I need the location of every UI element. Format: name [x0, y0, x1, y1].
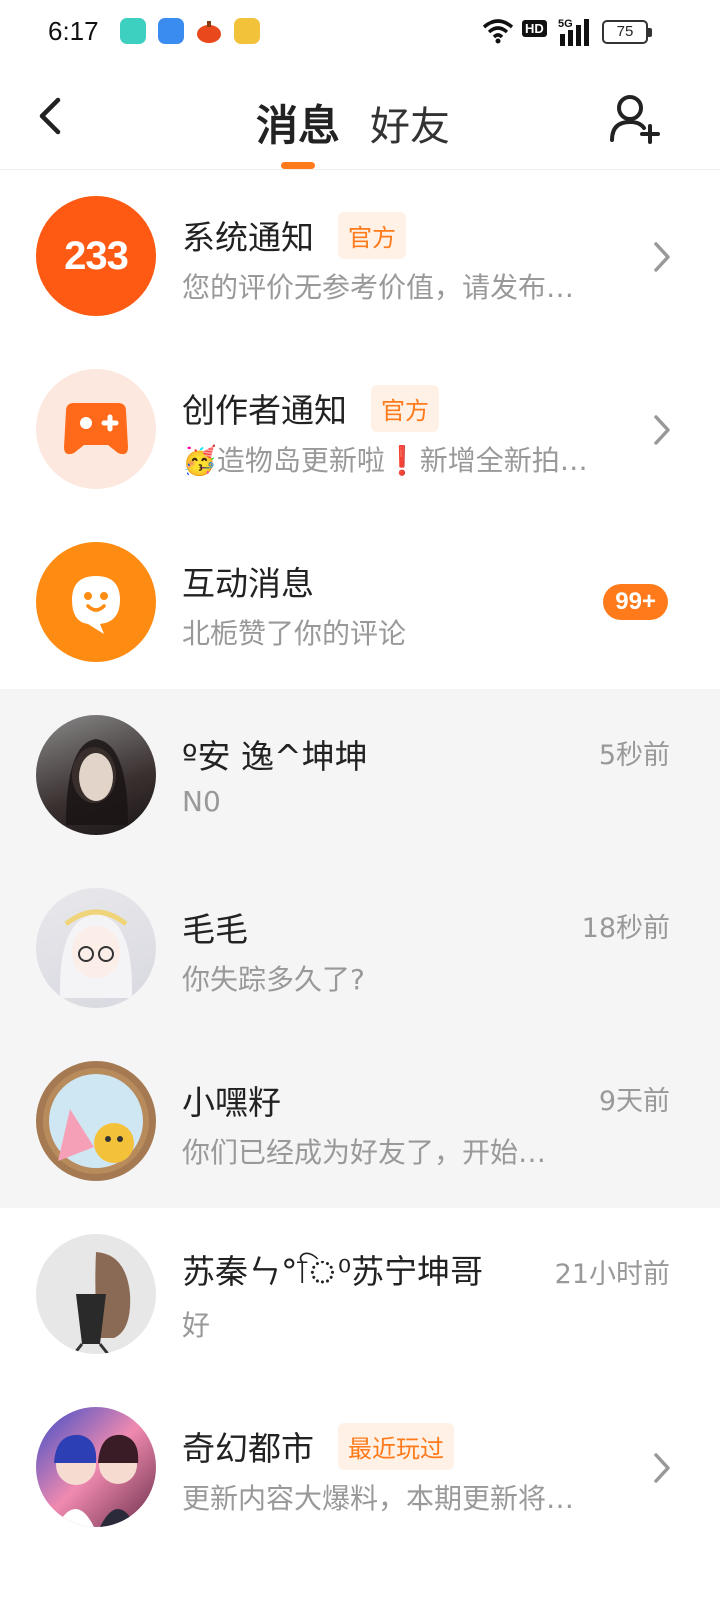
game-avatar — [36, 1407, 156, 1527]
tab-friends[interactable]: 好友 — [370, 94, 450, 152]
user-avatar — [36, 715, 156, 835]
wifi-icon — [482, 19, 514, 44]
message-preview: 好 — [182, 1309, 211, 1342]
weather-app-icon — [158, 18, 184, 44]
conversation-name: 创作者通知 — [182, 391, 347, 430]
conversation-name: º安 逸^坤坤 — [182, 737, 368, 776]
app-notification-icon — [120, 18, 146, 44]
system-notification-avatar: 233 — [36, 196, 156, 316]
status-bar: 6:17 HD 5G 75 — [0, 0, 720, 64]
message-preview: 您的评价无参考价值，请发布… — [182, 271, 575, 304]
header: 消息 好友 — [0, 64, 720, 170]
list-item[interactable]: 233 系统通知 官方 您的评价无参考价值，请发布… — [0, 170, 720, 343]
message-time: 21小时前 — [554, 1259, 670, 1290]
conversation-name: 小嘿籽 — [182, 1083, 281, 1122]
chevron-right-icon — [654, 1453, 670, 1483]
message-time: 9天前 — [598, 1086, 670, 1117]
conversation-name: 互动消息 — [182, 564, 314, 603]
list-item[interactable]: 毛毛 你失踪多久了? 18秒前 — [0, 862, 720, 1035]
recently-played-tag: 最近玩过 — [338, 1422, 454, 1470]
conversation-name: 苏秦ㄣ°ি⁰苏宁坤哥 — [182, 1251, 484, 1291]
chevron-right-icon — [654, 415, 670, 445]
hd-badge: HD — [522, 20, 547, 37]
message-preview: 🥳造物岛更新啦❗新增全新拍… — [182, 444, 588, 477]
back-icon[interactable] — [30, 92, 74, 140]
conversation-name: 系统通知 — [182, 218, 314, 257]
active-tab-indicator — [281, 162, 315, 169]
list-item[interactable]: 互动消息 北栀赞了你的评论 99+ — [0, 516, 720, 689]
conversation-name: 奇幻都市 — [182, 1429, 314, 1468]
message-preview: N0 — [182, 785, 221, 818]
official-tag: 官方 — [338, 211, 406, 259]
message-preview: 更新内容大爆料，本期更新将… — [182, 1482, 575, 1515]
message-preview: 北栀赞了你的评论 — [182, 617, 407, 650]
tab-messages[interactable]: 消息 — [256, 92, 340, 153]
list-item[interactable]: 创作者通知 官方 🥳造物岛更新啦❗新增全新拍… — [0, 343, 720, 516]
list-item[interactable]: 奇幻都市 最近玩过 更新内容大爆料，本期更新将… — [0, 1381, 720, 1554]
user-avatar — [36, 1061, 156, 1181]
svg-text:5G: 5G — [558, 18, 573, 30]
message-time: 5秒前 — [598, 740, 670, 771]
avatar-label: 233 — [64, 233, 129, 278]
interaction-avatar — [36, 542, 156, 662]
battery-indicator: 75 — [602, 20, 652, 44]
official-tag: 官方 — [371, 384, 439, 432]
user-avatar — [36, 1234, 156, 1354]
list-item[interactable]: 小嘿籽 你们已经成为好友了，开始… 9天前 — [0, 1035, 720, 1208]
chat-bubble-icon — [72, 576, 120, 634]
conversation-name: 毛毛 — [182, 910, 248, 949]
message-preview: 你们已经成为好友了，开始… — [182, 1136, 547, 1169]
creator-notification-avatar — [36, 369, 156, 489]
message-time: 18秒前 — [581, 913, 670, 944]
signal-icon: 5G — [558, 18, 589, 46]
chevron-right-icon — [654, 242, 670, 272]
status-indicators: HD 5G 75 — [460, 14, 720, 50]
list-item[interactable]: 苏秦ㄣ°ি⁰苏宁坤哥 好 21小时前 — [0, 1208, 720, 1381]
heart-app-icon — [234, 18, 260, 44]
status-time: 6:17 — [48, 16, 99, 46]
add-friend-icon[interactable] — [608, 92, 660, 144]
message-preview: 你失踪多久了? — [182, 963, 365, 996]
gamepad-icon — [64, 403, 128, 455]
list-item[interactable]: º安 逸^坤坤 N0 5秒前 — [0, 689, 720, 862]
game-app-icon — [196, 18, 222, 44]
conversation-list: 233 系统通知 官方 您的评价无参考价值，请发布… 创作者通知 官方 🥳造物岛… — [0, 170, 720, 1554]
unread-count-badge: 99+ — [603, 584, 668, 620]
user-avatar — [36, 888, 156, 1008]
